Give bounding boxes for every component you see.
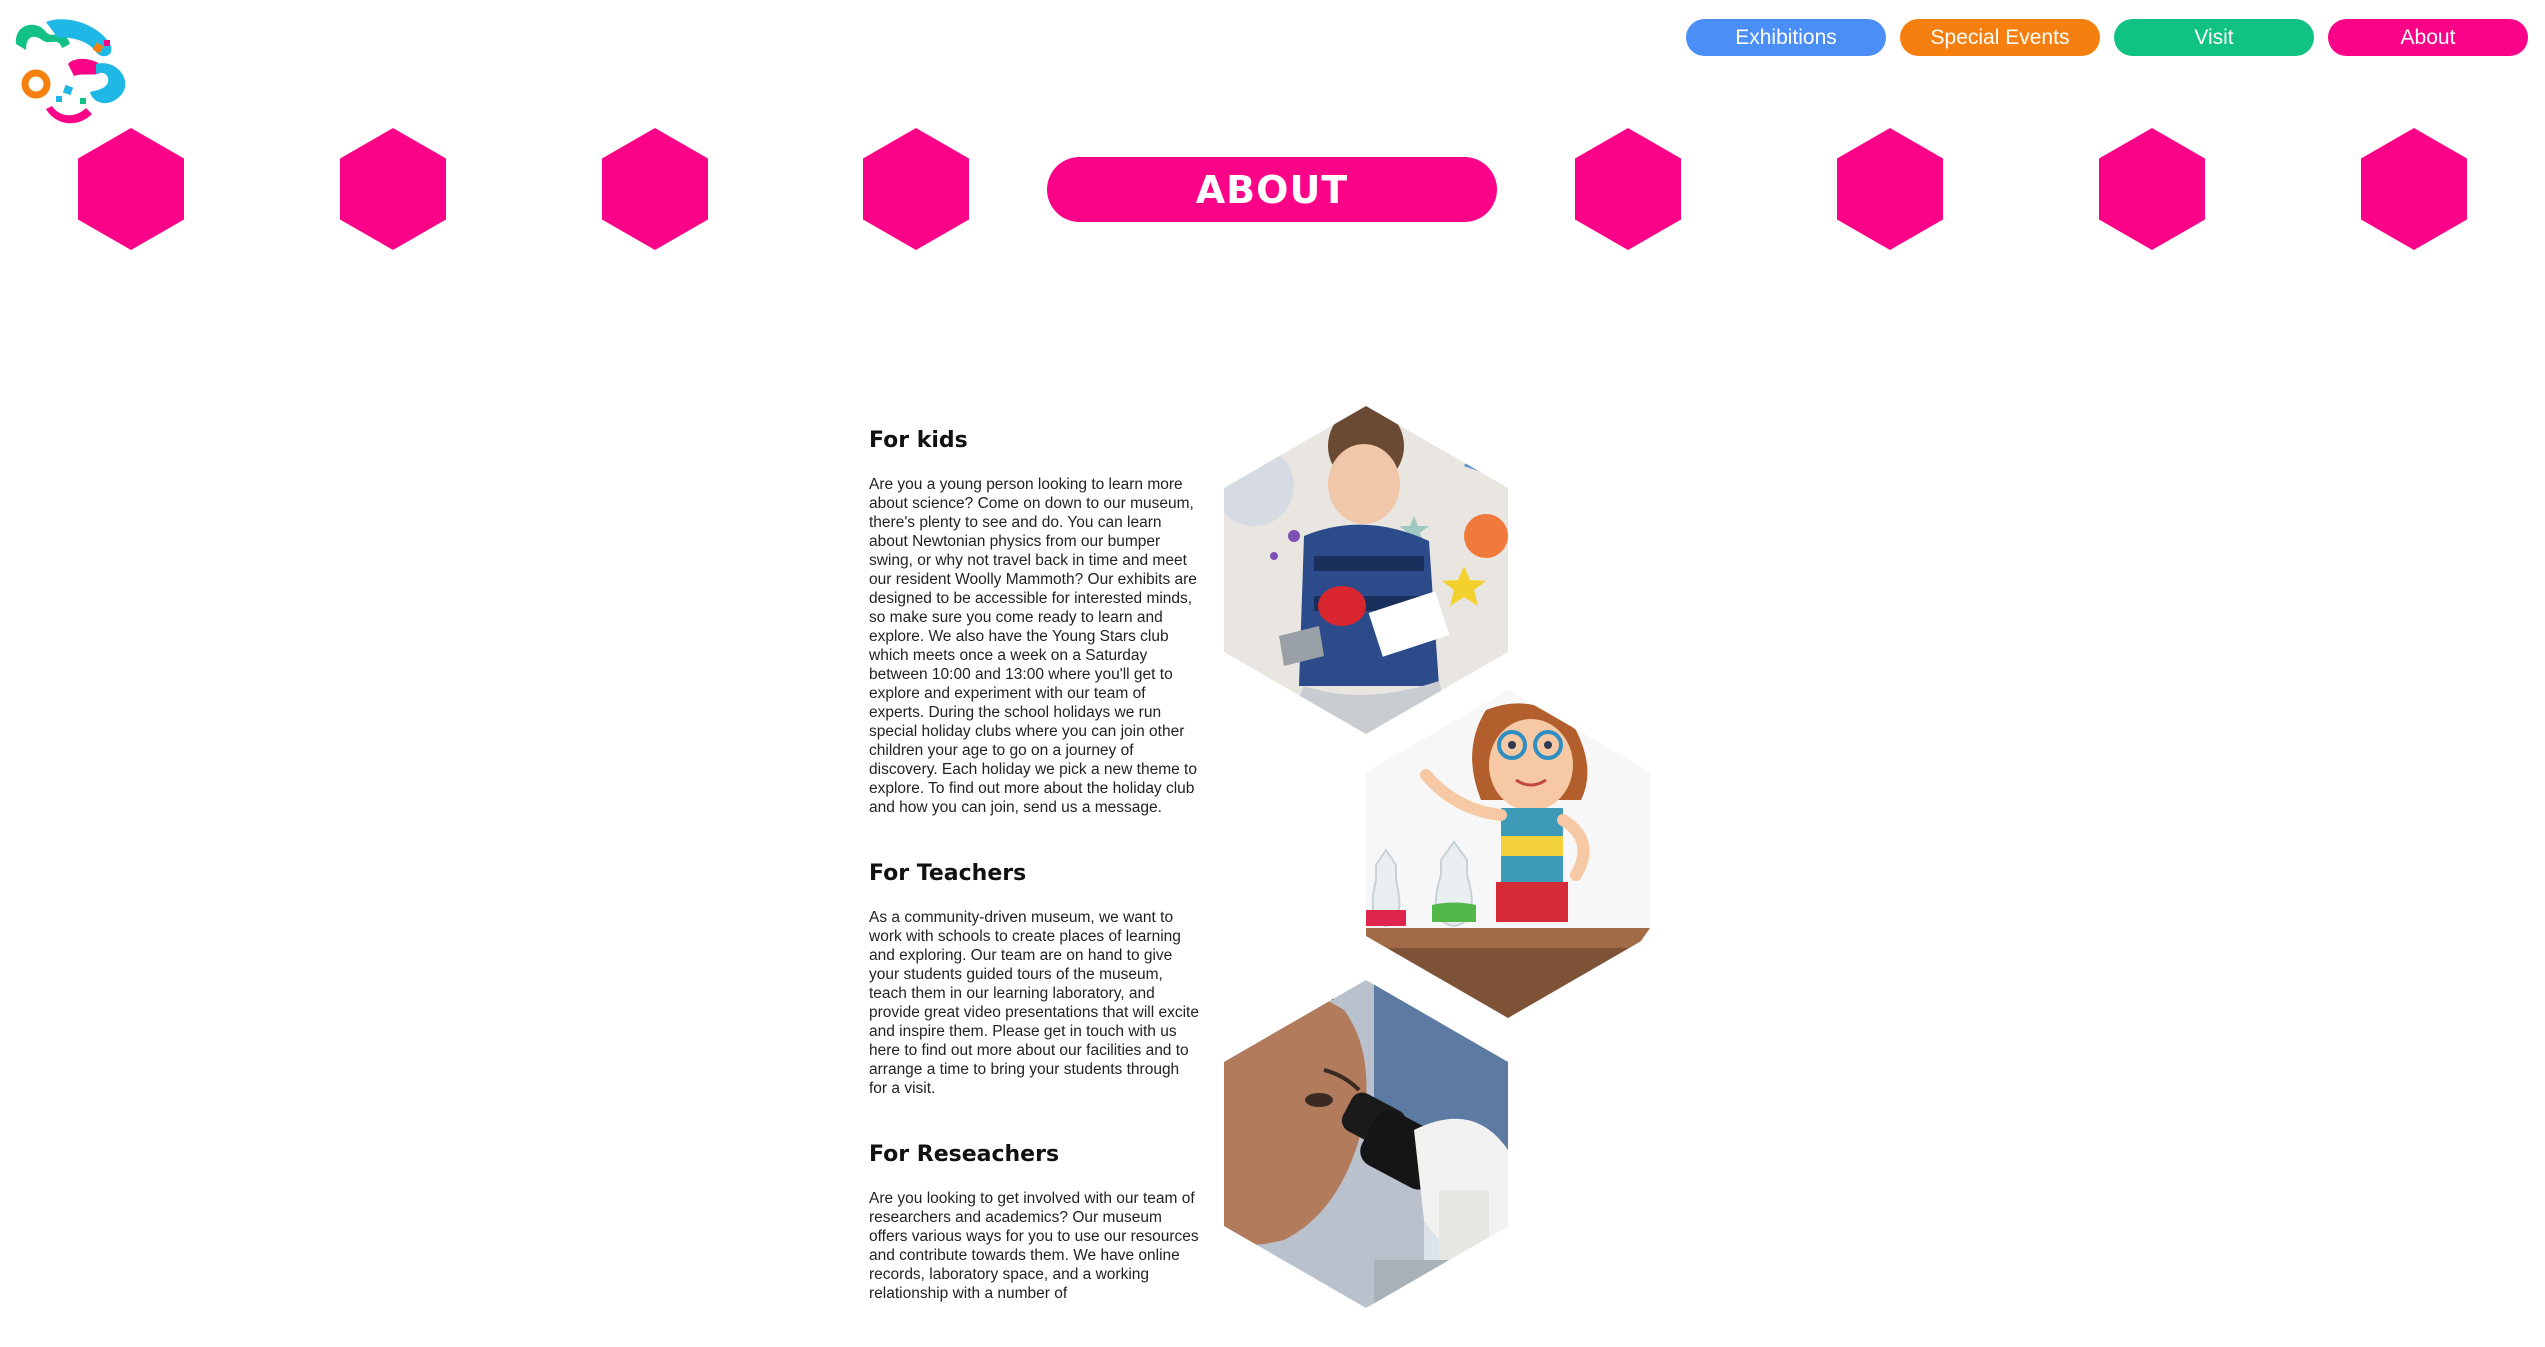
- decorative-hexagon: [340, 128, 446, 250]
- museum-logo[interactable]: [6, 14, 136, 132]
- nav-exhibitions[interactable]: Exhibitions: [1686, 19, 1886, 56]
- main-nav: Exhibitions Special Events Visit About: [1686, 19, 2528, 56]
- section-heading: For Teachers: [869, 861, 1027, 886]
- section-body: Are you a young person looking to learn …: [869, 476, 1197, 816]
- decorative-hexagon: [1575, 128, 1681, 250]
- about-content: For kids Are you a young person looking …: [869, 428, 1200, 1347]
- decorative-hexagon: [2099, 128, 2205, 250]
- boy-reading-photo: [1224, 406, 1508, 734]
- section-body: As a community-driven museum, we want to…: [869, 909, 1199, 1097]
- microscope-photo: [1224, 980, 1508, 1308]
- section-researchers: For Reseachers Are you looking to get in…: [869, 1142, 1200, 1303]
- nav-special-events[interactable]: Special Events: [1900, 19, 2100, 56]
- section-body: Are you looking to get involved with our…: [869, 1190, 1199, 1302]
- decorative-hexagon: [863, 128, 969, 250]
- nav-visit[interactable]: Visit: [2114, 19, 2314, 56]
- section-kids: For kids Are you a young person looking …: [869, 428, 1200, 817]
- decorative-hexagon: [1837, 128, 1943, 250]
- decorative-hexagon: [2361, 128, 2467, 250]
- section-heading: For kids: [869, 428, 968, 453]
- section-teachers: For Teachers As a community-driven museu…: [869, 861, 1200, 1098]
- decorative-hexagon: [78, 128, 184, 250]
- decorative-hexagon: [602, 128, 708, 250]
- section-heading: For Reseachers: [869, 1142, 1060, 1167]
- page-title: ABOUT: [1047, 157, 1497, 222]
- nav-about[interactable]: About: [2328, 19, 2528, 56]
- girl-scientist-illustration: [1366, 690, 1650, 1018]
